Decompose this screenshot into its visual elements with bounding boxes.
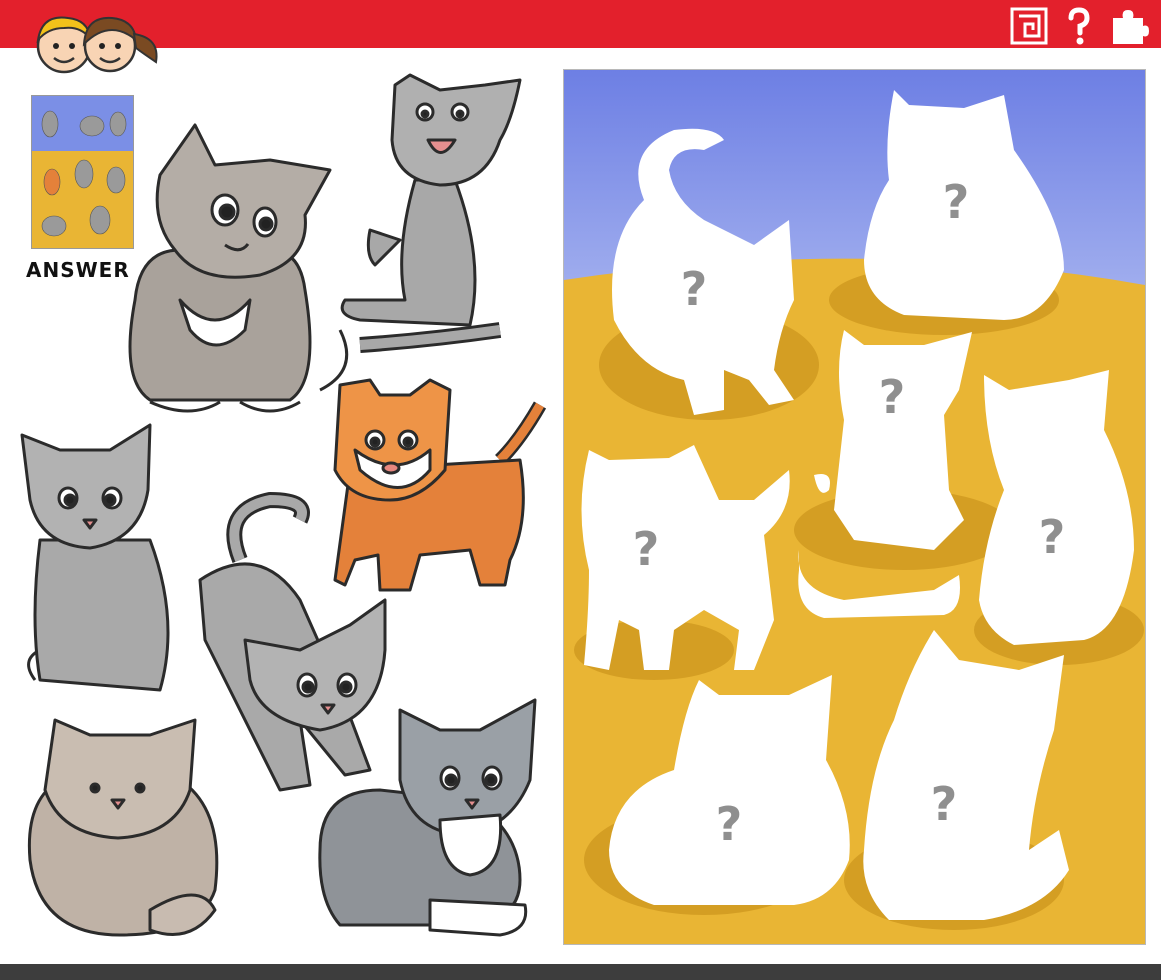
question-mark-7: ? [931, 777, 958, 831]
cat-gray-fluffy-sitting [20, 423, 170, 692]
question-mark-2: ? [943, 175, 970, 229]
question-mark-icon[interactable] [1059, 6, 1099, 46]
cat-orange-striped-standing [333, 378, 547, 592]
question-mark-6: ? [716, 797, 743, 851]
question-mark-1: ? [681, 262, 708, 316]
question-mark-3: ? [879, 370, 906, 424]
toolbar-icons [1009, 6, 1149, 46]
cat-gray-raised-paw [340, 73, 522, 353]
cat-beige-fluffy-sitting [27, 718, 219, 937]
cat-picture-set [20, 73, 547, 937]
header-bar [0, 0, 1161, 48]
question-mark-5: ? [633, 522, 660, 576]
silhouette-board: ? ? ? ? ? ? ? [563, 69, 1146, 945]
question-mark-4: ? [1039, 510, 1066, 564]
cat-tabby-gray-sitting [128, 123, 349, 413]
footer-bar [0, 964, 1161, 980]
maze-icon[interactable] [1009, 6, 1049, 46]
puzzle-piece-icon[interactable] [1109, 6, 1149, 46]
